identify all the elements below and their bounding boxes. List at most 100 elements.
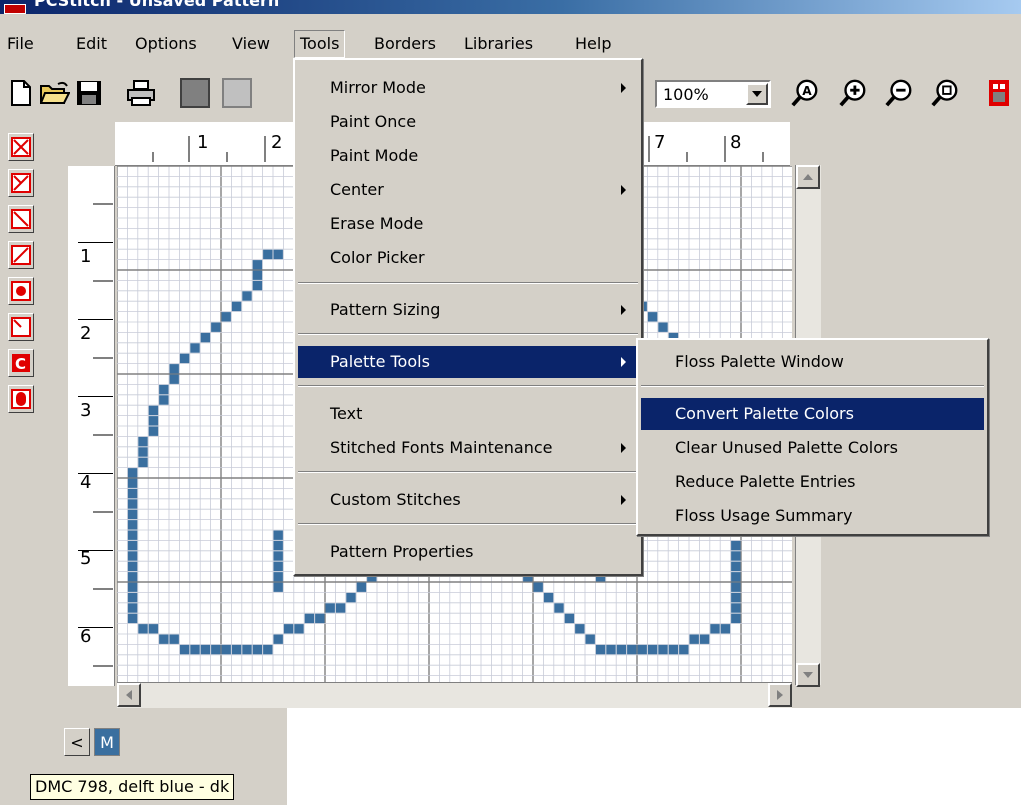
- tools-menu: Mirror Mode Paint Once Paint Mode Center…: [293, 58, 643, 576]
- bead-icon[interactable]: [8, 385, 34, 413]
- menu-item-pattern-sizing[interactable]: Pattern Sizing: [298, 294, 638, 326]
- menu-separator: [298, 523, 638, 525]
- menu-item-label: Stitched Fonts Maintenance: [330, 438, 553, 457]
- menu-item-pattern-properties[interactable]: Pattern Properties: [298, 536, 638, 568]
- ruler-label: 4: [80, 472, 92, 493]
- menu-item-color-picker[interactable]: Color Picker: [298, 242, 638, 274]
- window-title: PCStitch - Unsaved Pattern: [34, 0, 280, 10]
- palette-swatch-button[interactable]: M: [94, 728, 120, 756]
- color-swatch-icon[interactable]: [180, 78, 210, 108]
- menu-item-paint-once[interactable]: Paint Once: [298, 106, 638, 138]
- backstitch-down-icon[interactable]: [8, 205, 34, 233]
- french-knot-icon[interactable]: [8, 277, 34, 305]
- menu-item-floss-usage-summary[interactable]: Floss Usage Summary: [641, 500, 984, 532]
- submenu-arrow-icon: [621, 305, 626, 315]
- menu-item-center[interactable]: Center: [298, 174, 638, 206]
- ruler-label: 8: [730, 132, 742, 153]
- ruler-label: 2: [80, 323, 92, 344]
- open-folder-icon[interactable]: [40, 78, 70, 108]
- menu-help[interactable]: Help: [570, 30, 616, 58]
- menu-item-convert-palette-colors[interactable]: Convert Palette Colors: [641, 398, 984, 430]
- backstitch-up-icon[interactable]: [8, 241, 34, 269]
- chevron-down-icon[interactable]: [746, 83, 768, 105]
- menu-tools[interactable]: Tools: [294, 30, 346, 58]
- menu-item-label: Pattern Properties: [330, 542, 474, 561]
- ruler-label: 3: [80, 400, 92, 421]
- menu-item-label: Color Picker: [330, 248, 425, 267]
- svg-text:A: A: [802, 84, 812, 98]
- palette-prev-button[interactable]: <: [64, 728, 90, 756]
- scroll-up-button[interactable]: [796, 165, 820, 189]
- menu-separator: [641, 385, 984, 387]
- scroll-left-button[interactable]: [117, 683, 141, 707]
- ruler-label: 1: [80, 246, 92, 267]
- menu-item-clear-unused-palette-colors[interactable]: Clear Unused Palette Colors: [641, 432, 984, 464]
- menu-item-label: Pattern Sizing: [330, 300, 441, 319]
- ruler-label: 7: [654, 132, 666, 153]
- menu-item-label: Palette Tools: [330, 352, 430, 371]
- menu-item-floss-palette-window[interactable]: Floss Palette Window: [641, 346, 984, 378]
- menu-item-label: Clear Unused Palette Colors: [675, 438, 898, 457]
- menu-file[interactable]: File: [2, 30, 39, 58]
- zoom-in-icon[interactable]: [838, 78, 868, 108]
- menu-item-text[interactable]: Text: [298, 398, 638, 430]
- app-icon: [4, 4, 26, 14]
- print-icon[interactable]: [126, 78, 156, 108]
- zoom-fit-icon[interactable]: A: [790, 78, 820, 108]
- save-disk-icon[interactable]: [74, 78, 104, 108]
- menu-item-label: Floss Palette Window: [675, 352, 844, 371]
- menu-item-reduce-palette-entries[interactable]: Reduce Palette Entries: [641, 466, 984, 498]
- menu-item-erase-mode[interactable]: Erase Mode: [298, 208, 638, 240]
- menu-item-label: Floss Usage Summary: [675, 506, 853, 525]
- submenu-arrow-icon: [621, 357, 626, 367]
- palette-prev-label: <: [70, 732, 84, 752]
- menu-bar: File Edit Options View Tools Borders Lib…: [0, 30, 1021, 58]
- palette-tools-submenu: Floss Palette Window Convert Palette Col…: [636, 338, 989, 536]
- ruler-label: 6: [80, 626, 92, 647]
- scroll-down-button[interactable]: [796, 663, 820, 687]
- menu-options[interactable]: Options: [130, 30, 202, 58]
- ruler-label: 2: [271, 132, 283, 153]
- menu-item-label: Custom Stitches: [330, 490, 461, 509]
- ruler-label: 5: [80, 548, 92, 569]
- c-stitch-icon[interactable]: C: [8, 349, 34, 377]
- new-file-icon[interactable]: [6, 78, 36, 108]
- palette-swatch-label: M: [100, 732, 114, 752]
- menu-item-label: Erase Mode: [330, 214, 424, 233]
- ruler-label: 1: [197, 132, 209, 153]
- submenu-arrow-icon: [621, 83, 626, 93]
- horizontal-scrollbar[interactable]: [117, 682, 792, 708]
- menu-separator: [298, 385, 638, 387]
- menu-item-palette-tools[interactable]: Palette Tools: [298, 346, 638, 378]
- zoom-value: 100%: [663, 85, 709, 104]
- full-stitch-icon[interactable]: [8, 133, 34, 161]
- quarter-stitch-icon[interactable]: [8, 313, 34, 341]
- zoom-select[interactable]: 100%: [655, 80, 771, 108]
- menu-view[interactable]: View: [227, 30, 275, 58]
- floss-tooltip: DMC 798, delft blue - dk: [30, 774, 235, 800]
- svg-text:C: C: [15, 355, 26, 373]
- library-icon[interactable]: [984, 78, 1014, 108]
- zoom-window-icon[interactable]: [930, 78, 960, 108]
- submenu-arrow-icon: [621, 443, 626, 453]
- menu-item-paint-mode[interactable]: Paint Mode: [298, 140, 638, 172]
- scroll-right-button[interactable]: [768, 683, 792, 707]
- submenu-arrow-icon: [621, 185, 626, 195]
- menu-item-custom-stitches[interactable]: Custom Stitches: [298, 484, 638, 516]
- menu-separator: [298, 282, 638, 284]
- submenu-arrow-icon: [621, 495, 626, 505]
- menu-separator: [298, 471, 638, 473]
- menu-item-mirror-mode[interactable]: Mirror Mode: [298, 72, 638, 104]
- menu-item-stitched-fonts[interactable]: Stitched Fonts Maintenance: [298, 432, 638, 464]
- menu-borders[interactable]: Borders: [369, 30, 441, 58]
- title-bar: PCStitch - Unsaved Pattern: [0, 0, 1021, 14]
- zoom-out-icon[interactable]: [884, 78, 914, 108]
- menu-separator: [298, 333, 638, 335]
- menu-edit[interactable]: Edit: [71, 30, 112, 58]
- three-quarter-stitch-icon[interactable]: [8, 169, 34, 197]
- app-window: PCStitch - Unsaved Pattern File Edit Opt…: [0, 0, 1021, 708]
- menu-item-label: Paint Once: [330, 112, 417, 131]
- grid-options-icon[interactable]: [222, 78, 252, 108]
- left-ruler: 1 2 3 4 5 6: [68, 166, 115, 686]
- menu-libraries[interactable]: Libraries: [459, 30, 538, 58]
